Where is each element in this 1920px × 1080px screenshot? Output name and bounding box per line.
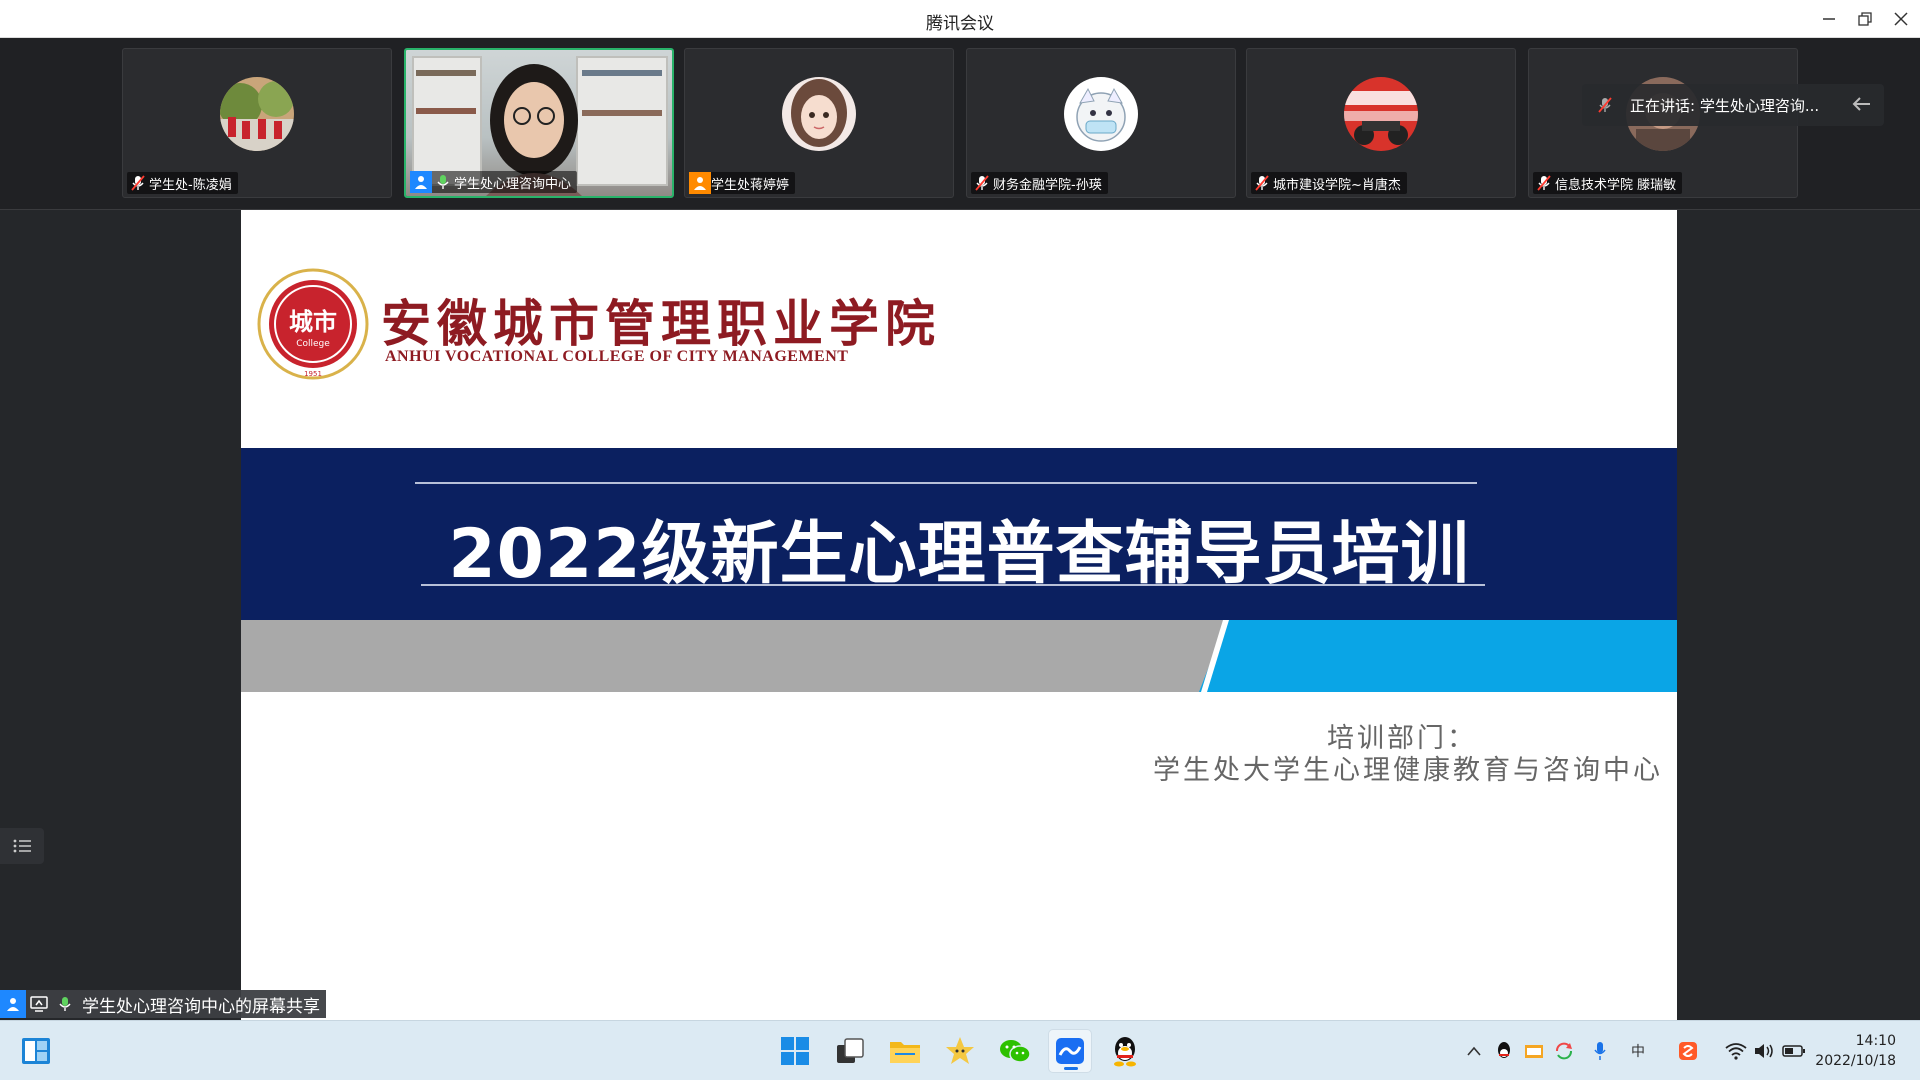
slide-headline: 2022级新生心理普查辅导员培训 <box>448 515 1470 594</box>
participant-name: 学生处-陈凌娟 <box>149 177 232 193</box>
tray-sogou-icon[interactable] <box>1676 1039 1700 1063</box>
svg-text:城市: 城市 <box>289 308 337 336</box>
start-button[interactable] <box>773 1029 817 1073</box>
speaking-indicator[interactable]: 正在讲话: 学生处心理咨询... <box>1582 84 1884 126</box>
participant-label: 学生处-陈凌娟 <box>127 172 238 194</box>
volume-icon[interactable] <box>1752 1039 1776 1063</box>
tray-app-icon[interactable] <box>1522 1039 1546 1063</box>
person-icon <box>689 172 711 194</box>
presentation-slide: 城市 College 1951 安徽城市管理职业学院 ANHUI VOCATIO… <box>241 210 1677 1020</box>
speaking-text: 正在讲话: 学生处心理咨询... <box>1630 96 1820 115</box>
show-hidden-icons[interactable] <box>1462 1039 1486 1063</box>
avatar <box>1064 77 1138 151</box>
participant-tile[interactable]: 城市建设学院~肖唐杰 <box>1246 48 1516 198</box>
school-name-english: ANHUI VOCATIONAL COLLEGE OF CITY MANAGEM… <box>385 348 849 365</box>
screen-share-stage: 城市 College 1951 安徽城市管理职业学院 ANHUI VOCATIO… <box>0 210 1920 1020</box>
close-icon <box>1894 12 1908 26</box>
avatar <box>1344 77 1418 151</box>
task-view-button[interactable] <box>828 1029 872 1073</box>
star-face-icon <box>946 1037 974 1064</box>
screen-share-badge: 学生处心理咨询中心的屏幕共享 <box>0 990 326 1018</box>
widgets-icon <box>22 1038 50 1064</box>
banner-divider <box>421 584 1485 586</box>
widgets-button[interactable] <box>14 1029 58 1073</box>
clock-time: 14:10 <box>1855 1033 1896 1049</box>
svg-text:College: College <box>296 339 330 349</box>
tencent-meeting-icon <box>1056 1038 1084 1064</box>
system-clock[interactable]: 14:10 2022/10/18 <box>1815 1031 1896 1071</box>
qq-button[interactable] <box>1103 1029 1147 1073</box>
college-seal-logo: 城市 College 1951 <box>257 268 369 380</box>
title-bar: 腾讯会议 <box>0 0 1920 38</box>
minimize-icon <box>1823 18 1835 20</box>
minimize-button[interactable] <box>1816 6 1842 32</box>
wechat-button[interactable] <box>993 1029 1037 1073</box>
school-name-chinese: 安徽城市管理职业学院 <box>381 294 941 353</box>
windows-icon <box>781 1037 809 1065</box>
app-button-star[interactable] <box>938 1029 982 1073</box>
folder-icon <box>890 1042 920 1063</box>
clock-date: 2022/10/18 <box>1815 1053 1896 1069</box>
task-view-icon <box>837 1038 864 1063</box>
mic-muted-icon <box>1594 97 1616 113</box>
list-icon <box>13 839 31 853</box>
mic-icon <box>432 171 454 193</box>
mic-muted-icon <box>971 172 993 194</box>
avatar <box>220 77 294 151</box>
participant-label: 财务金融学院-孙瑛 <box>971 172 1108 194</box>
participant-tile-active[interactable]: 学生处心理咨询中心 <box>404 48 674 198</box>
title-banner: 2022级新生心理普查辅导员培训 <box>241 448 1677 620</box>
participant-label: 城市建设学院~肖唐杰 <box>1251 172 1407 194</box>
participant-tile[interactable]: 学生处蒋婷婷 <box>684 48 954 198</box>
screen-share-label: 学生处心理咨询中心的屏幕共享 <box>82 996 320 1017</box>
qq-penguin-icon <box>1114 1037 1136 1067</box>
svg-text:1951: 1951 <box>304 370 322 378</box>
file-explorer-button[interactable] <box>883 1029 927 1073</box>
window-title: 腾讯会议 <box>926 14 994 34</box>
mic-muted-icon <box>1251 172 1273 194</box>
banner-divider <box>415 482 1477 484</box>
taskbar: 中 14:10 2022/10/18 <box>0 1020 1920 1080</box>
person-icon <box>0 990 26 1018</box>
participant-tile[interactable]: 财务金融学院-孙瑛 <box>966 48 1236 198</box>
person-icon <box>410 171 432 193</box>
tencent-meeting-button[interactable] <box>1048 1029 1092 1073</box>
input-method-indicator[interactable]: 中 <box>1626 1039 1650 1063</box>
member-list-toggle[interactable] <box>0 828 44 864</box>
participant-name: 学生处心理咨询中心 <box>454 176 572 192</box>
mic-muted-icon <box>127 172 149 194</box>
restore-button[interactable] <box>1852 6 1878 32</box>
tray-sync-icon[interactable] <box>1552 1039 1576 1063</box>
department-name: 学生处大学生心理健康教育与咨询中心 <box>1153 755 1663 786</box>
participant-tile[interactable]: 学生处-陈凌娟 <box>122 48 392 198</box>
participant-name: 信息技术学院 滕瑞敏 <box>1555 177 1677 193</box>
participant-name: 学生处蒋婷婷 <box>711 177 790 193</box>
blue-stripe <box>1199 620 1677 692</box>
participant-label: 信息技术学院 滕瑞敏 <box>1533 172 1683 194</box>
tray-mic-icon[interactable] <box>1588 1039 1612 1063</box>
restore-icon <box>1858 12 1872 26</box>
wechat-icon <box>1000 1040 1031 1063</box>
battery-icon[interactable] <box>1782 1039 1806 1063</box>
collapse-arrow-icon[interactable] <box>1852 95 1872 117</box>
tray-qq-icon[interactable] <box>1492 1039 1516 1063</box>
chevron-up-icon <box>1467 1046 1481 1056</box>
wifi-icon[interactable] <box>1724 1039 1748 1063</box>
participant-label: 学生处心理咨询中心 <box>410 171 578 193</box>
participant-label: 学生处蒋婷婷 <box>689 172 796 194</box>
avatar <box>782 77 856 151</box>
screen-share-icon <box>26 990 52 1018</box>
participant-name: 财务金融学院-孙瑛 <box>993 177 1102 193</box>
close-button[interactable] <box>1888 6 1914 32</box>
mic-muted-icon <box>1533 172 1555 194</box>
participant-name: 城市建设学院~肖唐杰 <box>1273 177 1401 193</box>
mic-icon <box>52 990 78 1018</box>
